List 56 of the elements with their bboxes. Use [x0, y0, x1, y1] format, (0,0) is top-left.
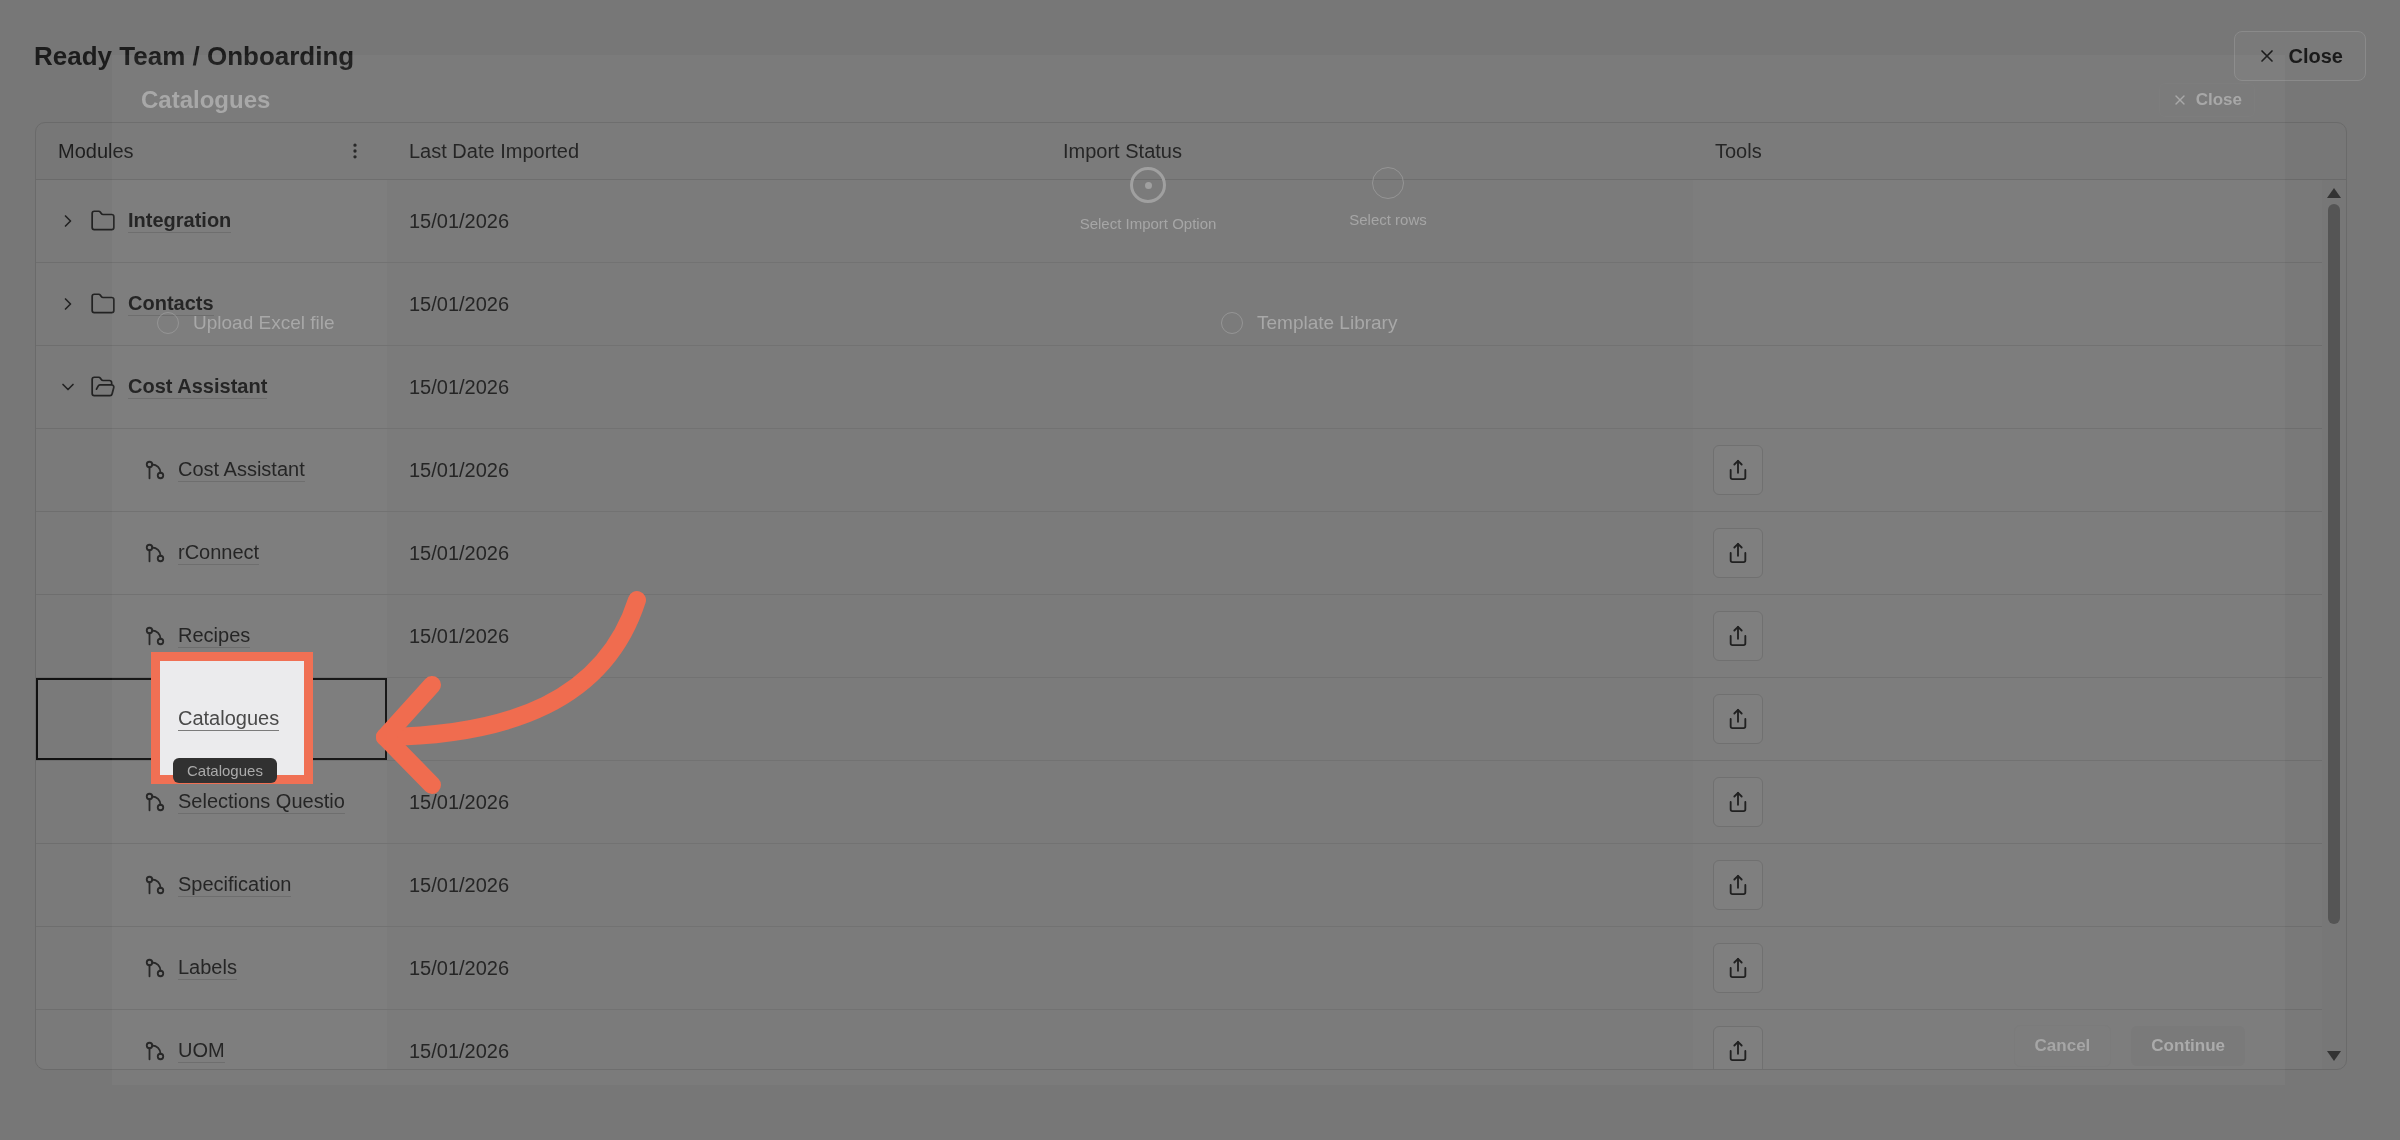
- upload-button[interactable]: [1713, 860, 1763, 910]
- tooltip: Catalogues: [173, 758, 277, 783]
- module-link[interactable]: Recipes: [178, 624, 251, 648]
- scrollbar-thumb[interactable]: [2328, 204, 2340, 924]
- upload-icon: [1727, 459, 1749, 481]
- upload-button[interactable]: [1713, 1026, 1763, 1069]
- date-text: 15/01/2026: [409, 1039, 510, 1063]
- column-header: Modules: [58, 139, 134, 163]
- upload-button[interactable]: [1713, 611, 1763, 661]
- upload-icon: [1727, 874, 1749, 896]
- upload-button[interactable]: [1713, 943, 1763, 993]
- upload-button[interactable]: [1713, 777, 1763, 827]
- upload-icon: [1727, 542, 1749, 564]
- date-text: 15/01/2026: [409, 292, 510, 316]
- upload-icon: [1727, 708, 1749, 730]
- scroll-down-icon[interactable]: [2327, 1051, 2341, 1061]
- date-text: 15/01/2026: [409, 375, 510, 399]
- upload-icon: [1727, 625, 1749, 647]
- module-link[interactable]: rConnect: [178, 541, 260, 565]
- column-header: Last Date Imported: [409, 139, 580, 163]
- module-link[interactable]: Integration: [128, 209, 232, 233]
- module-link[interactable]: Specification: [178, 873, 292, 897]
- branch-icon: [144, 1040, 166, 1062]
- branch-icon: [144, 957, 166, 979]
- folder-icon: [90, 374, 116, 400]
- branch-icon: [144, 459, 166, 481]
- branch-icon: [144, 791, 166, 813]
- upload-icon: [1727, 1040, 1749, 1062]
- date-text: 15/01/2026: [409, 541, 510, 565]
- folder-icon: [90, 291, 116, 317]
- module-link[interactable]: Cost Assistant: [128, 375, 268, 399]
- module-link[interactable]: UOM: [178, 1039, 225, 1063]
- folder-icon: [90, 208, 116, 234]
- module-link[interactable]: Contacts: [128, 292, 214, 316]
- date-text: 15/01/2026: [409, 956, 510, 980]
- scroll-up-icon[interactable]: [2327, 188, 2341, 198]
- branch-icon: [144, 625, 166, 647]
- column-header: Import Status: [1063, 139, 1182, 163]
- date-text: 15/01/2026: [409, 873, 510, 897]
- upload-button[interactable]: [1713, 694, 1763, 744]
- branch-icon: [144, 542, 166, 564]
- module-link[interactable]: Labels: [178, 956, 237, 980]
- window-title: Ready Team / Onboarding: [34, 40, 355, 72]
- close-button[interactable]: Close: [2233, 31, 2366, 81]
- upload-button[interactable]: [1713, 528, 1763, 578]
- column-header: Tools: [1715, 139, 1762, 163]
- upload-button[interactable]: [1713, 445, 1763, 495]
- upload-icon: [1727, 957, 1749, 979]
- upload-icon: [1727, 791, 1749, 813]
- module-link[interactable]: Selections Questio: [178, 790, 345, 814]
- date-text: 15/01/2026: [409, 624, 510, 648]
- date-text: 15/01/2026: [409, 209, 510, 233]
- module-link[interactable]: Cost Assistant: [178, 458, 305, 482]
- date-text: 15/01/2026: [409, 458, 510, 482]
- date-text: 15/01/2026: [409, 790, 510, 814]
- branch-icon: [144, 874, 166, 896]
